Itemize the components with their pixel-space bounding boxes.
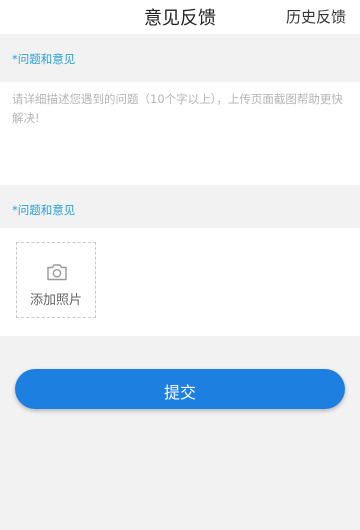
camera-icon <box>47 264 67 281</box>
add-photo-label: 添加照片 <box>29 293 82 308</box>
history-feedback-link[interactable]: 历史反馈 <box>286 6 346 27</box>
submit-button[interactable]: 提交 <box>15 369 345 409</box>
feedback-textarea[interactable]: 请详细描述您遇到的问题（10个字以上），上传页面截图帮助更快解决! <box>0 82 360 185</box>
feedback-placeholder: 请详细描述您遇到的问题（10个字以上），上传页面截图帮助更快解决! <box>12 92 343 125</box>
photo-upload-panel: 添加照片 <box>0 228 360 336</box>
feedback-section-label: *问题和意见 <box>12 52 76 66</box>
add-photo-button[interactable]: 添加照片 <box>16 242 96 318</box>
photo-section-label: *问题和意见 <box>12 203 76 217</box>
top-bar: 意见反馈 历史反馈 <box>0 0 360 34</box>
submit-label: 提交 <box>163 383 196 402</box>
